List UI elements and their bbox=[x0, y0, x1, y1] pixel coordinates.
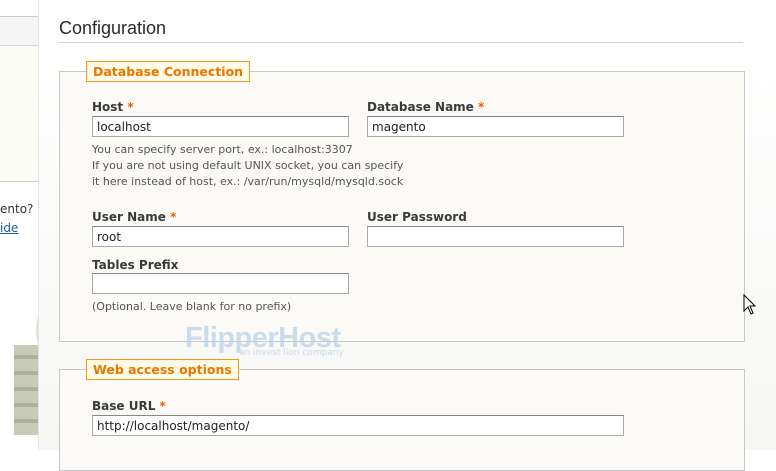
required-marker: * bbox=[170, 210, 177, 224]
required-marker: * bbox=[159, 399, 166, 413]
host-input[interactable] bbox=[92, 116, 349, 137]
tables-prefix-input[interactable] bbox=[92, 273, 349, 294]
page-title: Configuration bbox=[59, 18, 167, 38]
user-name-input[interactable] bbox=[92, 226, 349, 247]
host-note-line: If you are not using default UNIX socket… bbox=[92, 159, 404, 172]
web-access-options-legend: Web access options bbox=[86, 359, 239, 380]
user-password-input[interactable] bbox=[367, 226, 624, 247]
sidebar-panel bbox=[0, 16, 39, 182]
mouse-pointer-icon bbox=[743, 294, 757, 315]
host-notes: You can specify server port, ex.: localh… bbox=[92, 142, 403, 190]
database-name-label: Database Name * bbox=[367, 100, 484, 114]
host-note-line: You can specify server port, ex.: localh… bbox=[92, 143, 353, 156]
host-label: Host * bbox=[92, 100, 134, 114]
base-url-input[interactable] bbox=[92, 415, 624, 436]
database-connection-legend: Database Connection bbox=[86, 61, 251, 82]
required-marker: * bbox=[478, 100, 485, 114]
tables-prefix-note: (Optional. Leave blank for no prefix) bbox=[92, 300, 292, 313]
required-marker: * bbox=[127, 100, 134, 114]
flipperhost-tagline: an invest lion company bbox=[239, 348, 344, 358]
base-url-label-text: Base URL bbox=[92, 399, 156, 413]
web-access-options-fieldset: Web access options Base URL * bbox=[59, 359, 745, 471]
sidebar-panel-header bbox=[0, 17, 38, 46]
tables-prefix-label: Tables Prefix bbox=[92, 258, 179, 272]
host-note-line: it here instead of host, ex.: /var/run/m… bbox=[92, 175, 404, 188]
database-name-input[interactable] bbox=[367, 116, 624, 137]
user-password-label: User Password bbox=[367, 210, 467, 224]
host-label-text: Host bbox=[92, 100, 124, 114]
sidebar-question-text: ento? bbox=[0, 202, 34, 216]
database-name-label-text: Database Name bbox=[367, 100, 474, 114]
user-name-label-text: User Name bbox=[92, 210, 166, 224]
title-divider bbox=[59, 42, 743, 43]
user-name-label: User Name * bbox=[92, 210, 176, 224]
main-content: Configuration Database Connection Host *… bbox=[38, 0, 776, 471]
database-connection-fieldset: Database Connection Host * Database Name… bbox=[59, 61, 745, 342]
base-url-label: Base URL * bbox=[92, 399, 166, 413]
